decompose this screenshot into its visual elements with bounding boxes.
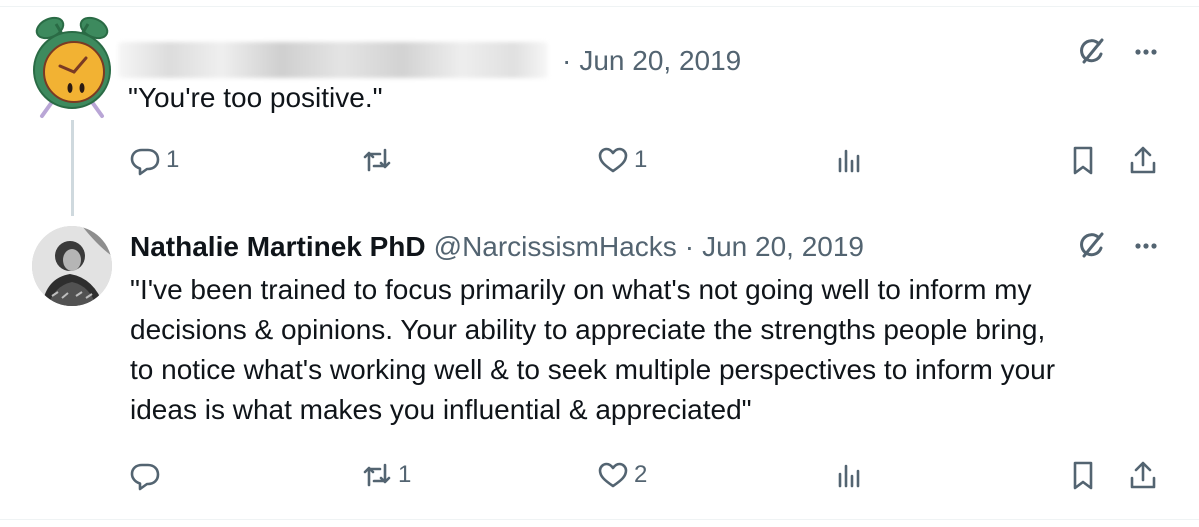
header-separator: ·: [562, 45, 572, 76]
views-icon: [838, 464, 860, 488]
reply-count: 1: [166, 146, 180, 173]
more-icon[interactable]: [1126, 226, 1166, 266]
retweet-button[interactable]: [360, 140, 398, 180]
share-button[interactable]: [1126, 455, 1160, 495]
reply-icon: [130, 148, 160, 176]
bookmark-button[interactable]: [1066, 140, 1100, 180]
views-icon: [838, 149, 860, 173]
views-button[interactable]: [832, 455, 866, 495]
avatar[interactable]: [32, 226, 112, 306]
like-button[interactable]: 1: [596, 140, 647, 180]
share-button[interactable]: [1126, 140, 1160, 180]
bookmark-icon: [1073, 461, 1093, 490]
tweet-date[interactable]: Jun 20, 2019: [579, 44, 741, 78]
retweet-count: 1: [398, 461, 412, 488]
like-count: 2: [634, 461, 648, 488]
like-count: 1: [634, 146, 648, 173]
tweet-text: "You're too positive.": [128, 82, 383, 113]
tweet-actions: 1 2: [0, 455, 1199, 495]
heart-icon: [598, 147, 628, 173]
alarm-clock-avatar-icon[interactable]: [26, 10, 118, 122]
profile-photo: [32, 226, 112, 306]
heart-icon: [598, 462, 628, 488]
share-icon: [1130, 461, 1156, 489]
redacted-author-name: [118, 42, 548, 78]
grok-icon[interactable]: [1072, 32, 1112, 72]
author-handle[interactable]: @NarcissismHacks: [434, 230, 677, 264]
bookmark-button[interactable]: [1066, 455, 1100, 495]
tweet-1[interactable]: · Jun 20, 2019 "You're too positive." 1 …: [0, 0, 1199, 216]
tweet-actions: 1 1: [0, 140, 1199, 180]
more-icon[interactable]: [1126, 32, 1166, 72]
retweet-button[interactable]: 1: [360, 455, 411, 495]
header-separator: ·: [684, 231, 695, 262]
tweet-header: Nathalie Martinek PhD @NarcissismHacks ·…: [130, 230, 864, 264]
bookmark-icon: [1073, 146, 1093, 175]
reply-button[interactable]: 1: [128, 140, 179, 180]
tweet-date[interactable]: Jun 20, 2019: [702, 230, 864, 264]
reply-icon: [130, 463, 160, 491]
tweet-text: "I've been trained to focus primarily on…: [130, 274, 1056, 425]
retweet-icon: [363, 148, 391, 172]
like-button[interactable]: 2: [596, 455, 647, 495]
bottom-divider: [0, 519, 1199, 520]
tweet-header: · Jun 20, 2019: [118, 34, 741, 78]
share-icon: [1130, 146, 1156, 174]
views-button[interactable]: [832, 140, 866, 180]
author-display-name[interactable]: Nathalie Martinek PhD: [130, 230, 426, 264]
reply-button[interactable]: [128, 455, 166, 495]
retweet-icon: [363, 463, 391, 487]
grok-icon[interactable]: [1072, 226, 1112, 266]
